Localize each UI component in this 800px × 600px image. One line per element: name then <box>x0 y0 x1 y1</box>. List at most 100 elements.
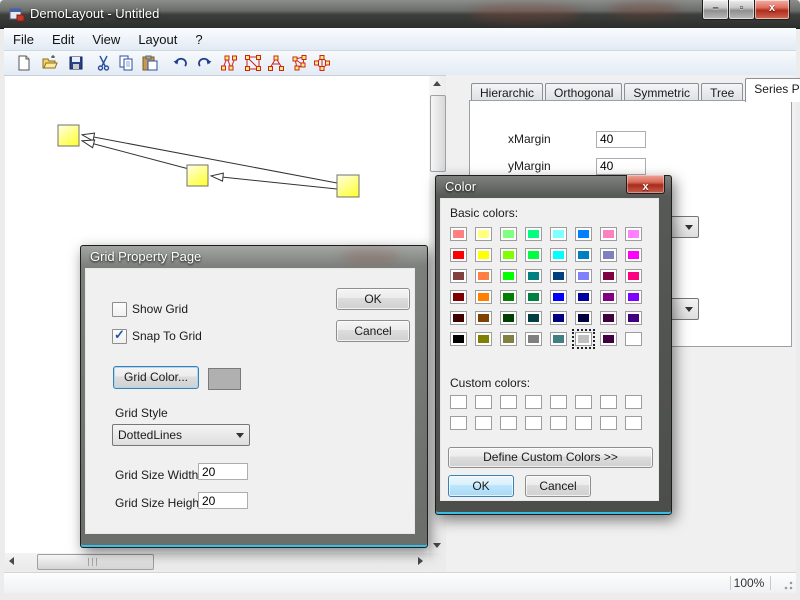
custom-color-swatch[interactable] <box>600 395 617 409</box>
custom-color-swatch[interactable] <box>550 416 567 430</box>
basic-color-swatch[interactable] <box>550 290 567 304</box>
grid-color-button[interactable]: Grid Color... <box>113 366 199 389</box>
basic-color-swatch[interactable] <box>600 311 617 325</box>
close-button[interactable]: x <box>754 0 790 20</box>
snap-to-grid-checkbox[interactable]: ✓ <box>112 329 127 344</box>
grid-size-height-input[interactable] <box>198 492 248 509</box>
menu-file[interactable]: File <box>4 30 43 49</box>
basic-color-swatch[interactable] <box>450 290 467 304</box>
graph-node[interactable] <box>187 165 208 186</box>
custom-color-swatch[interactable] <box>500 395 517 409</box>
basic-color-swatch[interactable] <box>575 311 592 325</box>
grid-ok-button[interactable]: OK <box>336 288 410 310</box>
basic-color-swatch[interactable] <box>575 227 592 241</box>
custom-color-swatch[interactable] <box>525 395 542 409</box>
open-button[interactable] <box>41 54 59 72</box>
vertical-scroll-thumb[interactable] <box>430 95 446 172</box>
basic-color-swatch[interactable] <box>525 248 542 262</box>
grid-style-combobox[interactable]: DottedLines <box>112 424 250 446</box>
grid-size-width-input[interactable] <box>198 463 248 480</box>
paste-button[interactable] <box>141 54 159 72</box>
basic-color-swatch[interactable] <box>625 248 642 262</box>
new-button[interactable] <box>15 54 33 72</box>
basic-color-swatch[interactable] <box>625 227 642 241</box>
menu-help[interactable]: ? <box>186 30 211 49</box>
basic-color-swatch[interactable] <box>525 332 542 346</box>
basic-color-swatch[interactable] <box>475 311 492 325</box>
save-button[interactable] <box>67 54 85 72</box>
basic-color-swatch[interactable] <box>500 290 517 304</box>
basic-color-swatch[interactable] <box>575 269 592 283</box>
layout-hierarchic-button[interactable] <box>220 54 238 72</box>
custom-color-swatch[interactable] <box>525 416 542 430</box>
graph-node[interactable] <box>58 125 79 146</box>
basic-color-swatch[interactable] <box>500 311 517 325</box>
basic-color-swatch[interactable] <box>575 290 592 304</box>
horizontal-scroll-thumb[interactable] <box>37 554 154 570</box>
scroll-left-button[interactable] <box>5 553 22 570</box>
basic-color-swatch[interactable] <box>500 332 517 346</box>
redo-button[interactable] <box>196 54 214 72</box>
custom-color-swatch[interactable] <box>475 395 492 409</box>
color-ok-button[interactable]: OK <box>448 475 514 497</box>
graph-edge[interactable] <box>83 135 337 183</box>
custom-color-swatch[interactable] <box>450 416 467 430</box>
basic-color-swatch[interactable] <box>550 227 567 241</box>
layout-tree-button[interactable] <box>291 54 309 72</box>
basic-color-swatch[interactable] <box>550 269 567 283</box>
custom-color-swatch[interactable] <box>625 416 642 430</box>
custom-color-swatch[interactable] <box>575 416 592 430</box>
tab-series-parallel[interactable]: Series Parallel <box>745 78 800 102</box>
basic-color-swatch[interactable] <box>450 311 467 325</box>
basic-color-swatch[interactable] <box>625 269 642 283</box>
minimize-button[interactable]: – <box>702 0 729 20</box>
basic-color-swatch[interactable] <box>450 332 467 346</box>
resize-grip[interactable] <box>780 577 794 591</box>
basic-color-swatch[interactable] <box>600 290 617 304</box>
custom-color-swatch[interactable] <box>575 395 592 409</box>
basic-color-swatch[interactable] <box>450 269 467 283</box>
basic-color-swatch[interactable] <box>475 269 492 283</box>
ymargin-input[interactable] <box>596 158 646 175</box>
menu-layout[interactable]: Layout <box>129 30 186 49</box>
basic-color-swatch[interactable] <box>475 332 492 346</box>
copy-button[interactable] <box>117 54 135 72</box>
basic-color-swatch[interactable] <box>525 311 542 325</box>
basic-color-swatch[interactable] <box>550 248 567 262</box>
basic-color-swatch[interactable] <box>600 269 617 283</box>
basic-color-swatch[interactable] <box>625 290 642 304</box>
scroll-down-button[interactable] <box>429 536 446 553</box>
color-dialog-close-button[interactable]: x <box>626 175 665 194</box>
basic-color-swatch[interactable] <box>475 290 492 304</box>
basic-color-swatch[interactable] <box>450 248 467 262</box>
custom-color-swatch[interactable] <box>500 416 517 430</box>
basic-color-swatch[interactable] <box>600 332 617 346</box>
custom-color-swatch[interactable] <box>475 416 492 430</box>
layout-symmetric-button[interactable] <box>267 54 285 72</box>
show-grid-checkbox[interactable] <box>112 302 127 317</box>
custom-color-swatch[interactable] <box>450 395 467 409</box>
color-cancel-button[interactable]: Cancel <box>525 475 591 497</box>
xmargin-input[interactable] <box>596 131 646 148</box>
custom-color-swatch[interactable] <box>550 395 567 409</box>
graph-node[interactable] <box>337 175 359 197</box>
basic-color-swatch[interactable] <box>625 332 642 346</box>
basic-color-swatch[interactable] <box>550 311 567 325</box>
basic-color-swatch[interactable] <box>575 332 592 346</box>
basic-color-swatch[interactable] <box>450 227 467 241</box>
basic-color-swatch[interactable] <box>500 248 517 262</box>
custom-color-swatch[interactable] <box>625 395 642 409</box>
custom-color-swatch[interactable] <box>600 416 617 430</box>
basic-color-swatch[interactable] <box>525 227 542 241</box>
color-dialog-title-bar[interactable]: Color x <box>440 176 667 198</box>
basic-color-swatch[interactable] <box>550 332 567 346</box>
scroll-right-button[interactable] <box>412 553 429 570</box>
horizontal-scrollbar[interactable] <box>5 553 429 570</box>
graph-edge[interactable] <box>212 176 337 189</box>
basic-color-swatch[interactable] <box>600 248 617 262</box>
grid-cancel-button[interactable]: Cancel <box>336 320 410 342</box>
menu-edit[interactable]: Edit <box>43 30 83 49</box>
define-custom-colors-button[interactable]: Define Custom Colors >> <box>448 447 653 468</box>
basic-color-swatch[interactable] <box>575 248 592 262</box>
basic-color-swatch[interactable] <box>525 269 542 283</box>
